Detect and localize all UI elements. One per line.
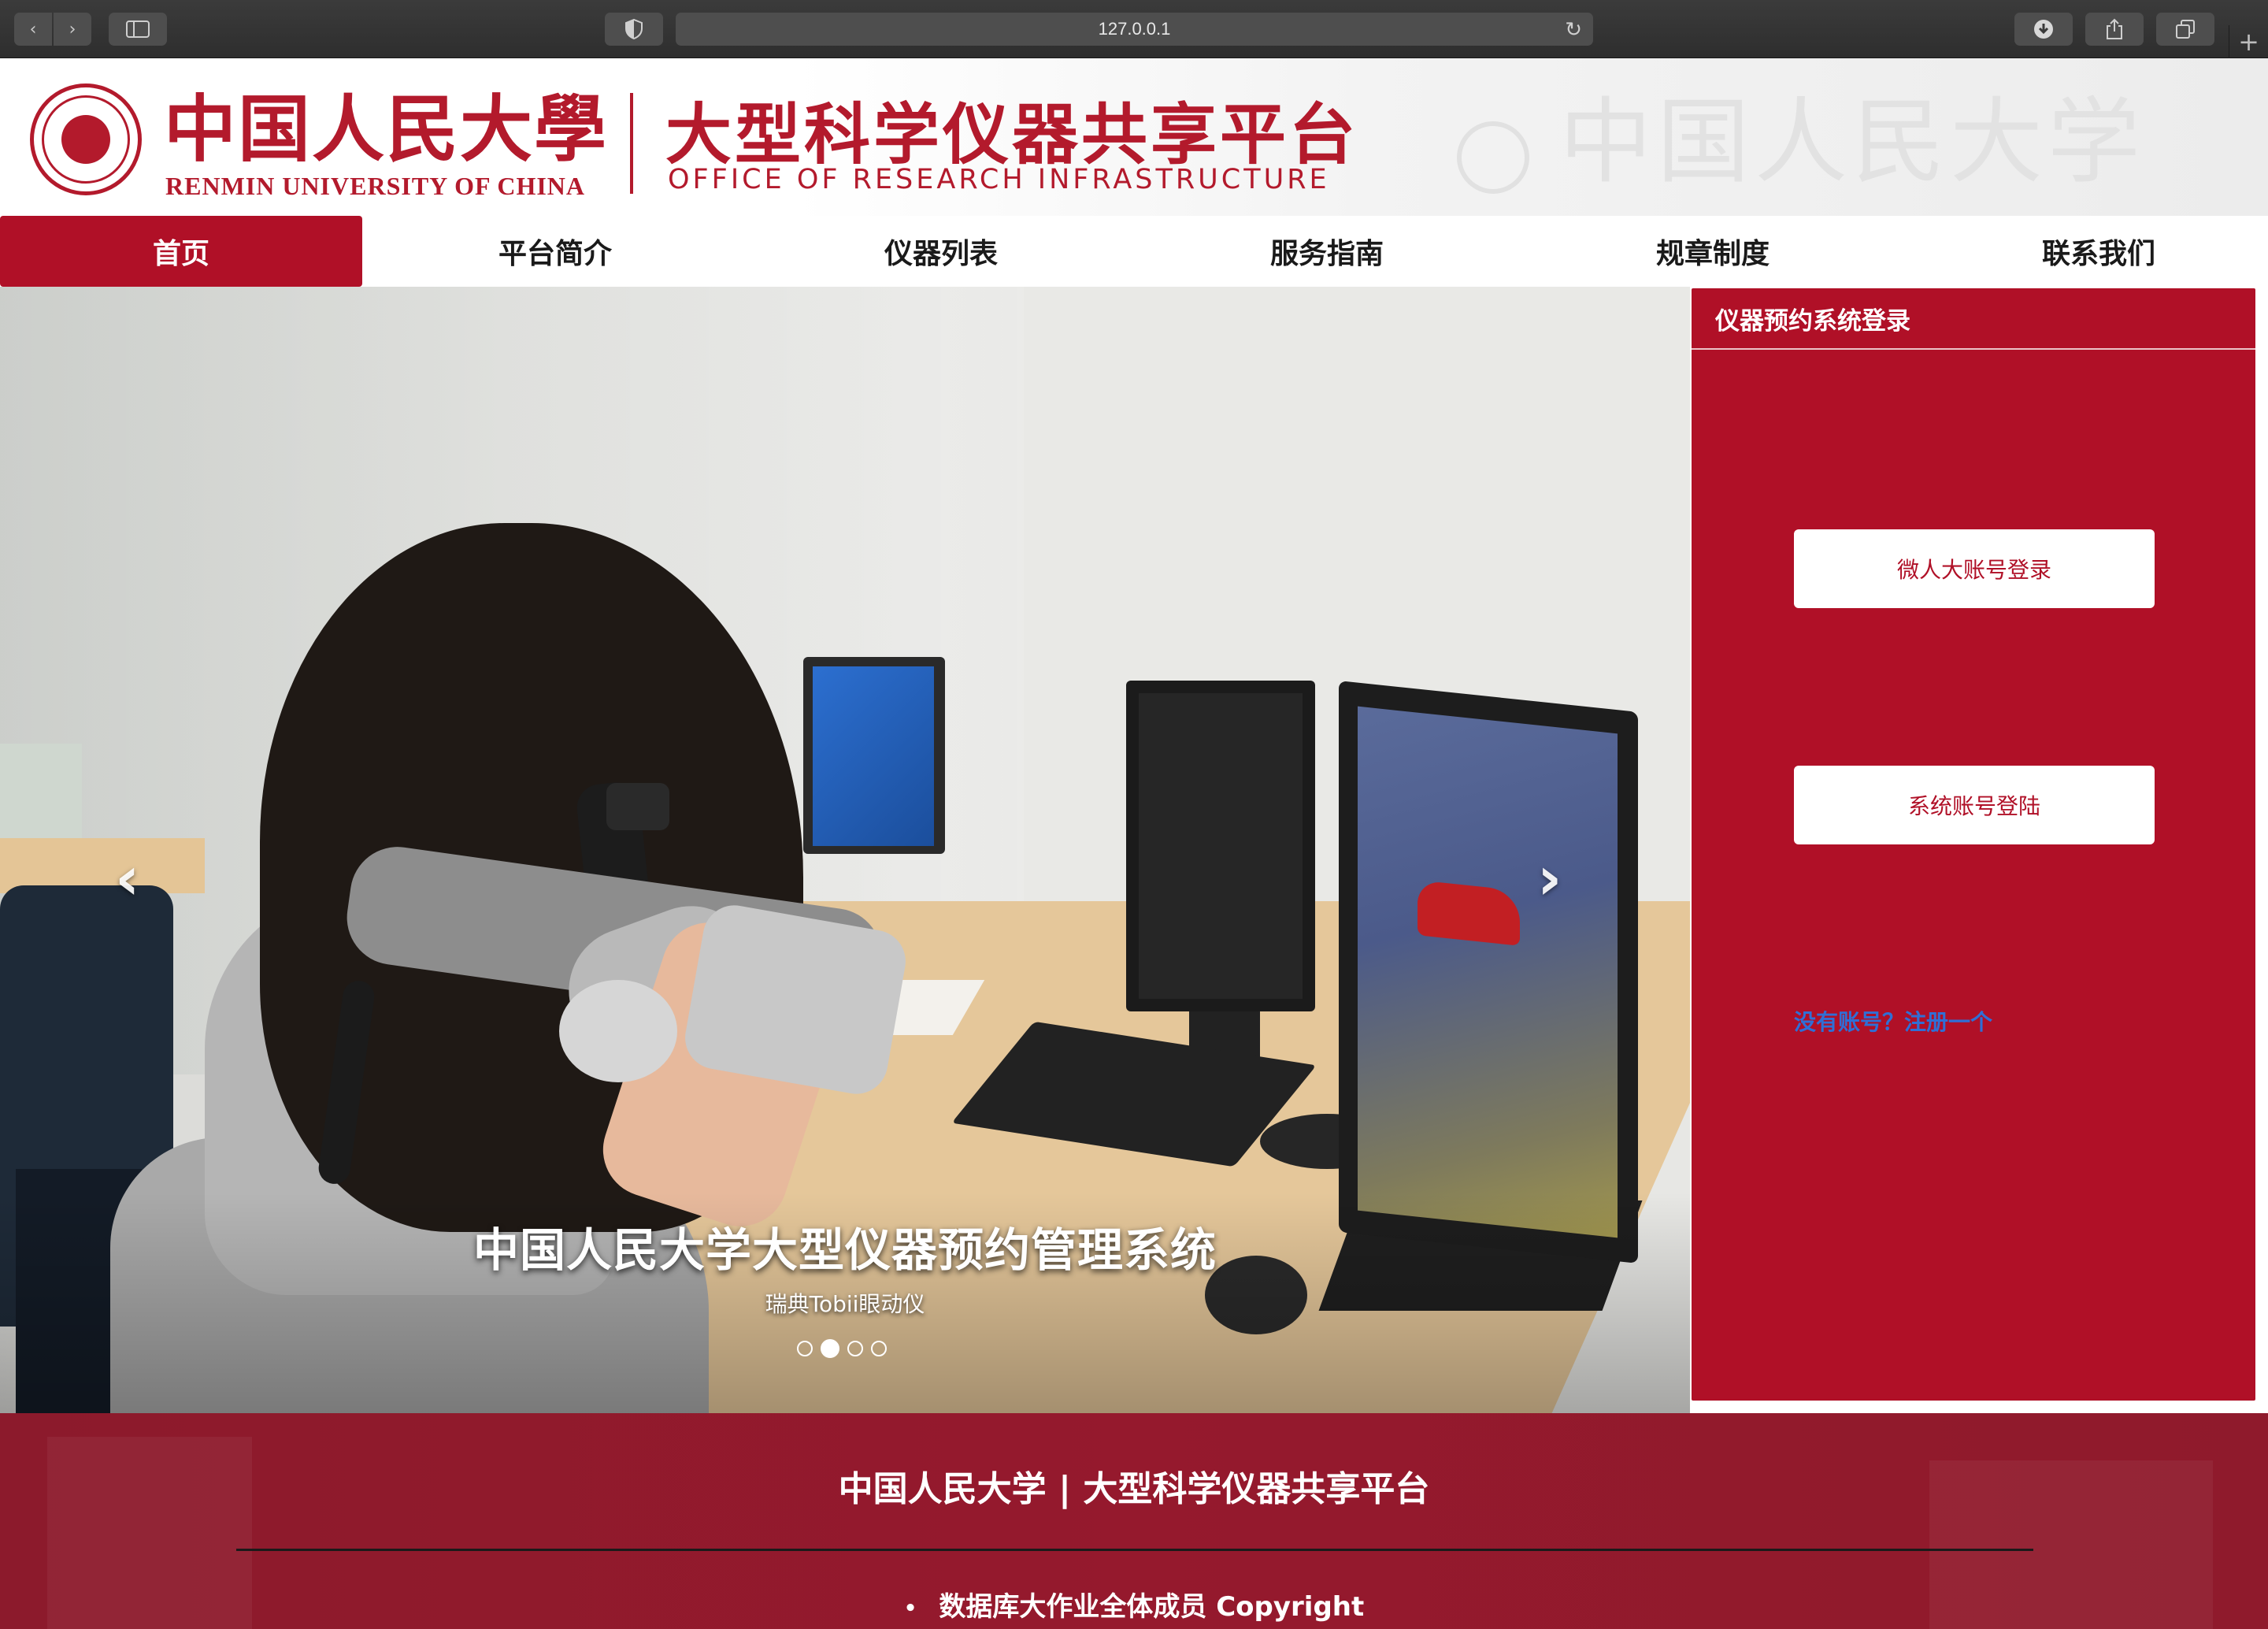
carousel-indicator[interactable] bbox=[847, 1341, 863, 1356]
url-text: 127.0.0.1 bbox=[1098, 19, 1171, 39]
login-panel-title: 仪器预约系统登录 bbox=[1692, 288, 2255, 350]
platform-name-en: OFFICE OF RESEARCH INFRASTRUCTURE bbox=[668, 164, 1330, 195]
carousel-indicators bbox=[797, 1339, 887, 1358]
watermark-seal bbox=[1457, 121, 1529, 194]
photo-box bbox=[0, 744, 82, 838]
nav-item-contact[interactable]: 联系我们 bbox=[1918, 216, 2268, 287]
nav-item-regulations[interactable]: 规章制度 bbox=[1532, 216, 1894, 287]
sidebar-icon bbox=[126, 20, 150, 38]
browser-toolbar: ‹ › 127.0.0.1 ↻ + bbox=[0, 0, 2268, 58]
forward-button[interactable]: › bbox=[54, 13, 91, 46]
seal-ring bbox=[42, 95, 130, 184]
wei-renda-login-button[interactable]: 微人大账号登录 bbox=[1794, 529, 2155, 608]
footer-title: 中国人民大学 | 大型科学仪器共享平台 bbox=[838, 1469, 1430, 1509]
photo-headset-knob bbox=[606, 783, 669, 830]
chevron-right-icon: › bbox=[69, 19, 76, 39]
carousel-indicator-active[interactable] bbox=[821, 1339, 839, 1358]
address-bar[interactable]: 127.0.0.1 ↻ bbox=[676, 13, 1593, 46]
carousel-next-button[interactable]: › bbox=[1537, 843, 1562, 913]
site-footer: 中国人民大学 | 大型科学仪器共享平台 • 数据库大作业全体成员 Copyrigh… bbox=[0, 1413, 2268, 1629]
university-seal-logo[interactable] bbox=[30, 83, 142, 195]
plus-icon: + bbox=[2238, 27, 2259, 57]
chevron-left-icon: ‹ bbox=[29, 19, 37, 39]
back-button[interactable]: ‹ bbox=[14, 13, 52, 46]
tabs-icon bbox=[2176, 20, 2195, 39]
share-button[interactable] bbox=[2085, 13, 2144, 46]
privacy-report-button[interactable] bbox=[605, 13, 663, 46]
shield-icon bbox=[625, 19, 643, 39]
university-name-cn: 中国人民大學 bbox=[164, 87, 609, 172]
carousel-caption-title: 中国人民大学大型仪器预约管理系统 bbox=[472, 1223, 1217, 1277]
footer-copyright-text: 数据库大作业全体成员 Copyright bbox=[939, 1591, 1365, 1623]
carousel-prev-button[interactable]: ‹ bbox=[115, 843, 139, 913]
nav-item-platform-intro[interactable]: 平台简介 bbox=[374, 216, 736, 287]
download-icon bbox=[2034, 20, 2053, 39]
carousel-indicator[interactable] bbox=[797, 1341, 813, 1356]
photo-monitor-front-screen bbox=[1358, 706, 1618, 1238]
nav-item-instrument-list[interactable]: 仪器列表 bbox=[760, 216, 1122, 287]
site-header: 中国人民大学 中国人民大學 RENMIN UNIVERSITY OF CHINA… bbox=[0, 58, 2268, 216]
reload-icon[interactable]: ↻ bbox=[1565, 17, 1582, 42]
carousel-indicator[interactable] bbox=[871, 1341, 887, 1356]
register-link[interactable]: 没有账号？注册一个 bbox=[1794, 1005, 1992, 1037]
header-watermark: 中国人民大学 bbox=[1559, 87, 2146, 196]
platform-name-cn: 大型科学仪器共享平台 bbox=[665, 96, 1359, 173]
university-name-en: RENMIN UNIVERSITY OF CHINA bbox=[165, 172, 585, 200]
photo-monitor-middle-screen bbox=[1139, 693, 1303, 999]
system-account-login-button[interactable]: 系统账号登陆 bbox=[1794, 766, 2155, 844]
login-panel: 仪器预约系统登录 微人大账号登录 系统账号登陆 没有账号？注册一个 bbox=[1690, 287, 2257, 1402]
share-icon bbox=[2107, 18, 2122, 39]
header-divider bbox=[630, 93, 633, 194]
sidebar-toggle-button[interactable] bbox=[109, 13, 167, 46]
footer-copyright: • 数据库大作业全体成员 Copyright bbox=[0, 1585, 2268, 1623]
footer-bullet: • bbox=[903, 1596, 917, 1620]
photo-headset-ear bbox=[559, 980, 677, 1082]
downloads-button[interactable] bbox=[2014, 13, 2073, 46]
photo-headset-front bbox=[680, 900, 911, 1099]
footer-divider bbox=[236, 1549, 2033, 1551]
nav-item-service-guide[interactable]: 服务指南 bbox=[1146, 216, 1508, 287]
main-nav: 首页 平台简介 仪器列表 服务指南 规章制度 联系我们 bbox=[0, 216, 2268, 287]
seal-core bbox=[61, 115, 110, 164]
carousel-caption-subtitle: 瑞典Tobii眼动仪 bbox=[765, 1291, 925, 1317]
tab-overview-button[interactable] bbox=[2156, 13, 2214, 46]
photo-monitor-back-screen bbox=[813, 666, 934, 846]
new-tab-button[interactable]: + bbox=[2229, 25, 2268, 58]
nav-item-home[interactable]: 首页 bbox=[0, 216, 362, 287]
